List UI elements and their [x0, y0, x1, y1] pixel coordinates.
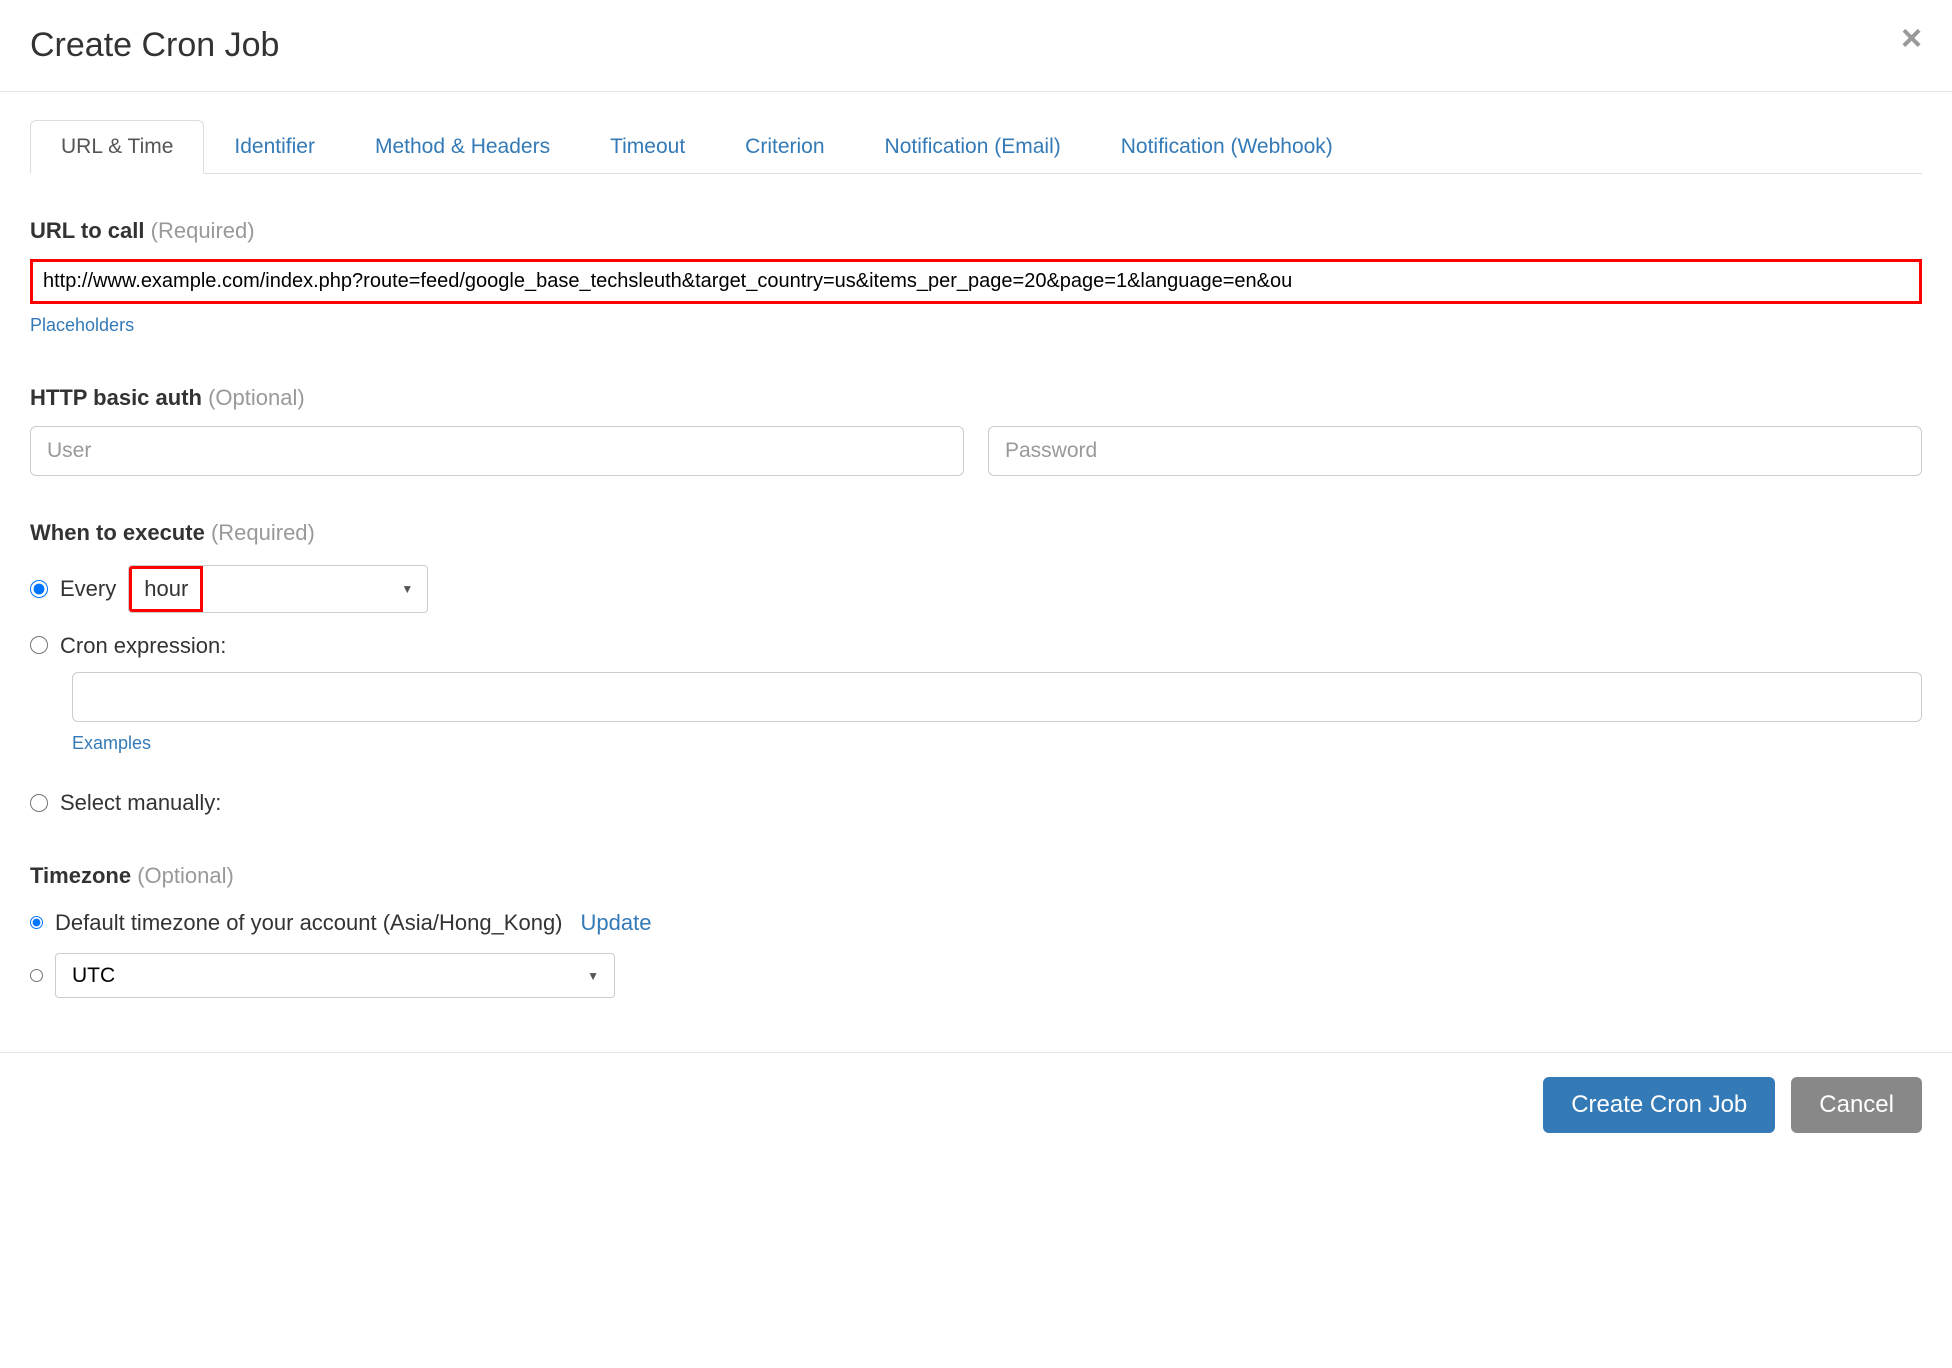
timezone-custom-radio[interactable] [30, 969, 43, 982]
modal-title: Create Cron Job [30, 20, 279, 71]
timezone-default-label: Default timezone of your account (Asia/H… [55, 906, 563, 939]
timezone-label-hint: (Optional) [137, 863, 234, 888]
execute-label-text: When to execute [30, 520, 205, 545]
timezone-label: Timezone (Optional) [30, 859, 1922, 892]
cron-expression-container: Examples [72, 672, 1922, 759]
url-label-hint: (Required) [151, 218, 255, 243]
execute-every-radio[interactable] [30, 580, 48, 598]
timezone-select[interactable]: UTC [55, 953, 615, 998]
auth-row [30, 426, 1922, 476]
tab-timeout[interactable]: Timeout [580, 120, 715, 173]
interval-select[interactable]: hour ▼ [128, 565, 428, 613]
url-label: URL to call (Required) [30, 214, 1922, 247]
timezone-default-row: Default timezone of your account (Asia/H… [30, 906, 1922, 939]
execute-label-hint: (Required) [211, 520, 315, 545]
execute-manual-row: Select manually: [30, 786, 1922, 819]
execute-cron-radio[interactable] [30, 636, 48, 654]
timezone-label-text: Timezone [30, 863, 131, 888]
chevron-down-icon: ▼ [401, 580, 413, 598]
close-button[interactable]: × [1901, 20, 1922, 56]
execute-manual-label: Select manually: [60, 786, 221, 819]
auth-label-hint: (Optional) [208, 385, 305, 410]
create-cron-job-modal: Create Cron Job × URL & Time Identifier … [0, 0, 1952, 1157]
execute-cron-row: Cron expression: [30, 629, 1922, 662]
tab-notification-email[interactable]: Notification (Email) [855, 120, 1091, 173]
auth-user-input[interactable] [30, 426, 964, 476]
execute-every-label: Every [60, 572, 116, 605]
tabs: URL & Time Identifier Method & Headers T… [30, 120, 1922, 174]
tab-notification-webhook[interactable]: Notification (Webhook) [1091, 120, 1363, 173]
modal-header: Create Cron Job × [0, 0, 1952, 92]
timezone-default-radio[interactable] [30, 916, 43, 929]
execute-label: When to execute (Required) [30, 516, 1922, 549]
tab-method-headers[interactable]: Method & Headers [345, 120, 580, 173]
execute-every-row: Every hour ▼ [30, 565, 1922, 613]
execute-manual-radio[interactable] [30, 794, 48, 812]
placeholders-link[interactable]: Placeholders [30, 312, 134, 339]
auth-password-input[interactable] [988, 426, 1922, 476]
auth-label-text: HTTP basic auth [30, 385, 202, 410]
cancel-button[interactable]: Cancel [1791, 1077, 1922, 1133]
auth-label: HTTP basic auth (Optional) [30, 381, 1922, 414]
interval-value: hour [129, 566, 203, 612]
tab-criterion[interactable]: Criterion [715, 120, 854, 173]
cron-expression-input[interactable] [72, 672, 1922, 722]
url-label-text: URL to call [30, 218, 145, 243]
modal-body: URL & Time Identifier Method & Headers T… [0, 120, 1952, 1028]
create-button[interactable]: Create Cron Job [1543, 1077, 1775, 1133]
examples-link[interactable]: Examples [72, 730, 151, 757]
modal-footer: Create Cron Job Cancel [0, 1052, 1952, 1157]
timezone-update-link[interactable]: Update [581, 906, 652, 939]
timezone-custom-row: UTC [30, 953, 1922, 998]
execute-cron-label: Cron expression: [60, 629, 226, 662]
url-input[interactable] [30, 259, 1922, 304]
tab-url-time[interactable]: URL & Time [30, 120, 204, 174]
tab-identifier[interactable]: Identifier [204, 120, 345, 173]
